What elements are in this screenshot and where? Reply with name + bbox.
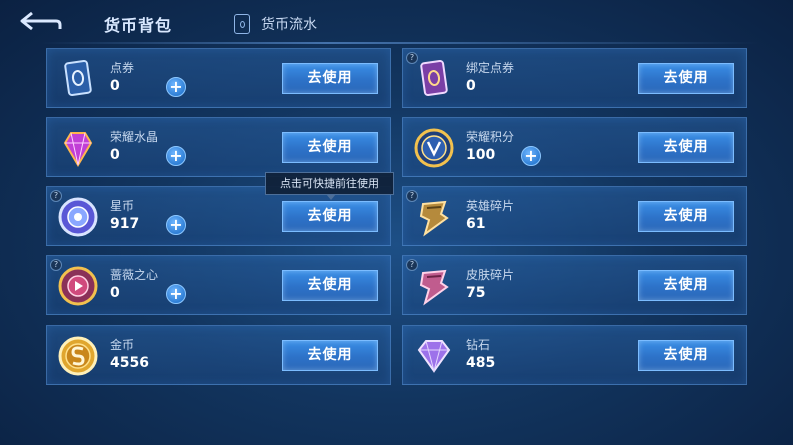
- use-bound-coupon-button[interactable]: 去使用: [638, 63, 734, 94]
- currency-name: 皮肤碎片: [466, 268, 515, 282]
- currency-card-crystal: 荣耀水晶 0 + 去使用: [46, 117, 391, 177]
- currency-name: 点券: [110, 61, 135, 75]
- currency-value: 0: [110, 147, 120, 163]
- use-coupon-button[interactable]: 去使用: [282, 63, 378, 94]
- skin-shard-icon: [411, 263, 457, 309]
- currency-value: 0: [110, 78, 120, 94]
- top-bar: 货币背包 货币流水: [0, 0, 793, 44]
- gold-coin-icon: [55, 333, 101, 379]
- currency-value: 75: [466, 285, 486, 301]
- use-rose-heart-button[interactable]: 去使用: [282, 270, 378, 301]
- currency-name: 星币: [110, 199, 135, 213]
- currency-value: 4556: [110, 355, 149, 371]
- add-honor-points-button[interactable]: +: [521, 146, 541, 166]
- hero-shard-icon: [411, 194, 457, 240]
- currency-name: 英雄碎片: [466, 199, 515, 213]
- currency-card-diamond: 钻石 485 去使用: [402, 325, 747, 385]
- star-coin-icon: [55, 194, 101, 240]
- currency-value: 0: [466, 78, 476, 94]
- currency-value: 485: [466, 355, 496, 371]
- bound-coupon-icon: [411, 56, 457, 102]
- currency-card-rose-heart: ? 蔷薇之心 0 + 去使用: [46, 255, 391, 315]
- currency-card-skin-shard: ? 皮肤碎片 75 去使用: [402, 255, 747, 315]
- tooltip-quick-use: 点击可快捷前往使用: [265, 172, 394, 200]
- back-arrow-icon[interactable]: [16, 9, 62, 35]
- currency-value: 917: [110, 216, 140, 232]
- currency-flow-icon: [234, 14, 250, 34]
- coupon-icon: [55, 56, 101, 102]
- currency-name: 绑定点券: [466, 61, 515, 75]
- currency-name: 蔷薇之心: [110, 268, 159, 282]
- use-star-coin-button[interactable]: 去使用: [282, 201, 378, 232]
- use-gold-button[interactable]: 去使用: [282, 340, 378, 371]
- currency-card-bound-coupon: ? 绑定点券 0 去使用: [402, 48, 747, 108]
- currency-card-hero-shard: ? 英雄碎片 61 去使用: [402, 186, 747, 246]
- tab-currency-flow-label: 货币流水: [261, 17, 317, 33]
- tab-currency-flow[interactable]: 货币流水: [234, 12, 317, 36]
- currency-name: 金币: [110, 338, 135, 352]
- currency-card-honor-points: 荣耀积分 100 + 去使用: [402, 117, 747, 177]
- header-divider: [40, 42, 760, 44]
- rose-heart-icon: [55, 263, 101, 309]
- currency-name: 荣耀积分: [466, 130, 515, 144]
- currency-card-star-coin: ? 星币 917 + 去使用: [46, 186, 391, 246]
- currency-card-coupon: 点券 0 + 去使用: [46, 48, 391, 108]
- add-star-coin-button[interactable]: +: [166, 215, 186, 235]
- add-crystal-button[interactable]: +: [166, 146, 186, 166]
- use-honor-points-button[interactable]: 去使用: [638, 132, 734, 163]
- currency-value: 0: [110, 285, 120, 301]
- diamond-icon: [411, 333, 457, 379]
- currency-value: 100: [466, 147, 496, 163]
- use-diamond-button[interactable]: 去使用: [638, 340, 734, 371]
- currency-card-gold: 金币 4556 去使用: [46, 325, 391, 385]
- use-crystal-button[interactable]: 去使用: [282, 132, 378, 163]
- currency-name: 钻石: [466, 338, 491, 352]
- tab-currency-backpack[interactable]: 货币背包: [104, 12, 172, 36]
- honor-points-icon: [411, 125, 457, 171]
- crystal-icon: [55, 125, 101, 171]
- add-coupon-button[interactable]: +: [166, 77, 186, 97]
- add-rose-heart-button[interactable]: +: [166, 284, 186, 304]
- use-hero-shard-button[interactable]: 去使用: [638, 201, 734, 232]
- use-skin-shard-button[interactable]: 去使用: [638, 270, 734, 301]
- currency-value: 61: [466, 216, 486, 232]
- currency-name: 荣耀水晶: [110, 130, 159, 144]
